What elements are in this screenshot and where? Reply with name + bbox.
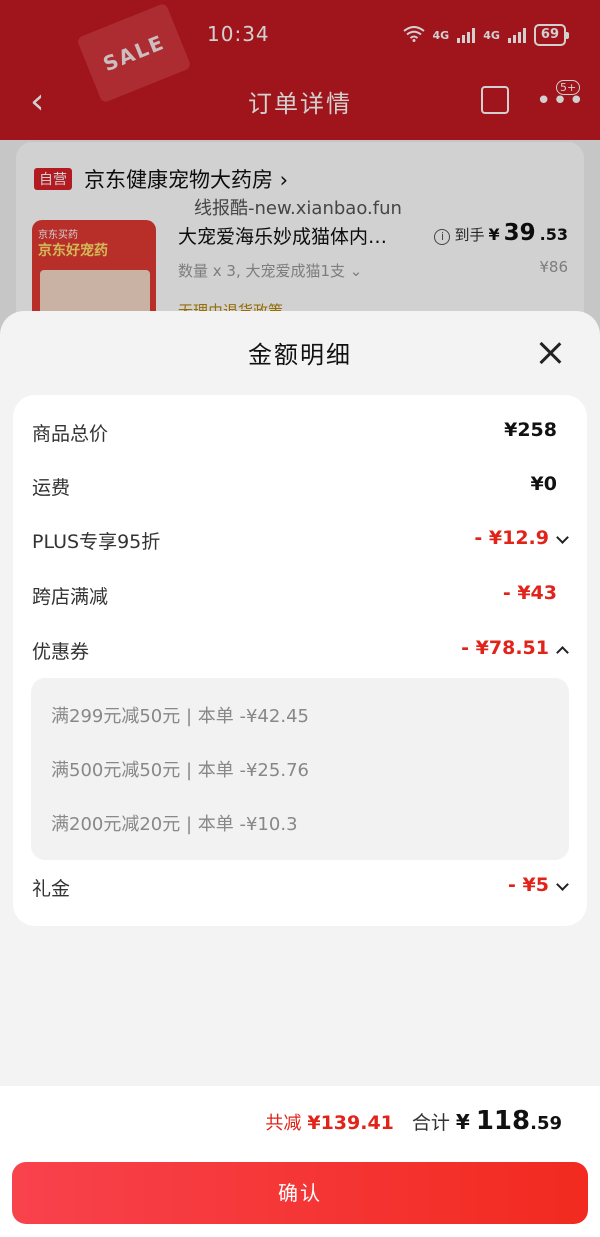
plus-discount-label: PLUS专享95折 <box>32 531 161 553</box>
goods-total-label: 商品总价 <box>32 423 109 445</box>
gift-label: 礼金 <box>32 878 71 900</box>
row-plus-discount[interactable]: PLUS专享95折 - ¥12.9 <box>13 521 587 561</box>
close-icon[interactable] <box>536 339 564 367</box>
plus-discount-value: - ¥12.9 <box>474 527 549 549</box>
coupon-label: 优惠券 <box>32 641 90 663</box>
row-goods-total: 商品总价 ¥258 <box>13 413 587 453</box>
saved-label: 共减 <box>265 1113 302 1134</box>
sheet-header: 金额明细 <box>0 311 600 391</box>
saved-value: ¥139.41 <box>307 1112 394 1134</box>
coupon-detail-line: 满200元减20元 | 本单 -¥10.3 <box>51 814 298 835</box>
confirm-button[interactable]: 确认 <box>12 1162 588 1224</box>
cross-store-value: - ¥43 <box>502 582 557 604</box>
sheet-title: 金额明细 <box>248 341 352 369</box>
row-cross-store: 跨店满减 - ¥43 <box>13 576 587 616</box>
coupon-value: - ¥78.51 <box>461 637 549 659</box>
chevron-down-icon[interactable] <box>556 878 569 891</box>
chevron-down-icon[interactable] <box>556 531 569 544</box>
row-coupon[interactable]: 优惠券 - ¥78.51 <box>13 631 587 671</box>
shipping-value: ¥0 <box>530 473 557 495</box>
shipping-label: 运费 <box>32 477 71 499</box>
row-gift[interactable]: 礼金 - ¥5 <box>13 868 587 908</box>
coupon-detail-line: 满299元减50元 | 本单 -¥42.45 <box>51 706 309 727</box>
row-shipping: 运费 ¥0 <box>13 467 587 507</box>
total-label: 合计 <box>411 1112 450 1134</box>
coupon-detail-box: 满299元减50元 | 本单 -¥42.45 满500元减50元 | 本单 -¥… <box>31 678 569 860</box>
cross-store-label: 跨店满减 <box>32 586 109 608</box>
coupon-detail-line: 满500元减50元 | 本单 -¥25.76 <box>51 760 309 781</box>
total-int: 118 <box>475 1106 531 1136</box>
total-symbol: ¥ <box>455 1110 470 1134</box>
amount-detail-card: 商品总价 ¥258 运费 ¥0 PLUS专享95折 - ¥12.9 跨店满减 -… <box>13 395 587 926</box>
total-dec: .59 <box>530 1113 562 1134</box>
goods-total-value: ¥258 <box>504 419 557 441</box>
total-summary: 共减 ¥139.41 合计 ¥ 118 .59 <box>265 1106 562 1136</box>
footer-bar: 共减 ¥139.41 合计 ¥ 118 .59 确认 <box>0 1086 600 1237</box>
gift-value: - ¥5 <box>508 874 549 896</box>
chevron-up-icon[interactable] <box>556 646 569 659</box>
